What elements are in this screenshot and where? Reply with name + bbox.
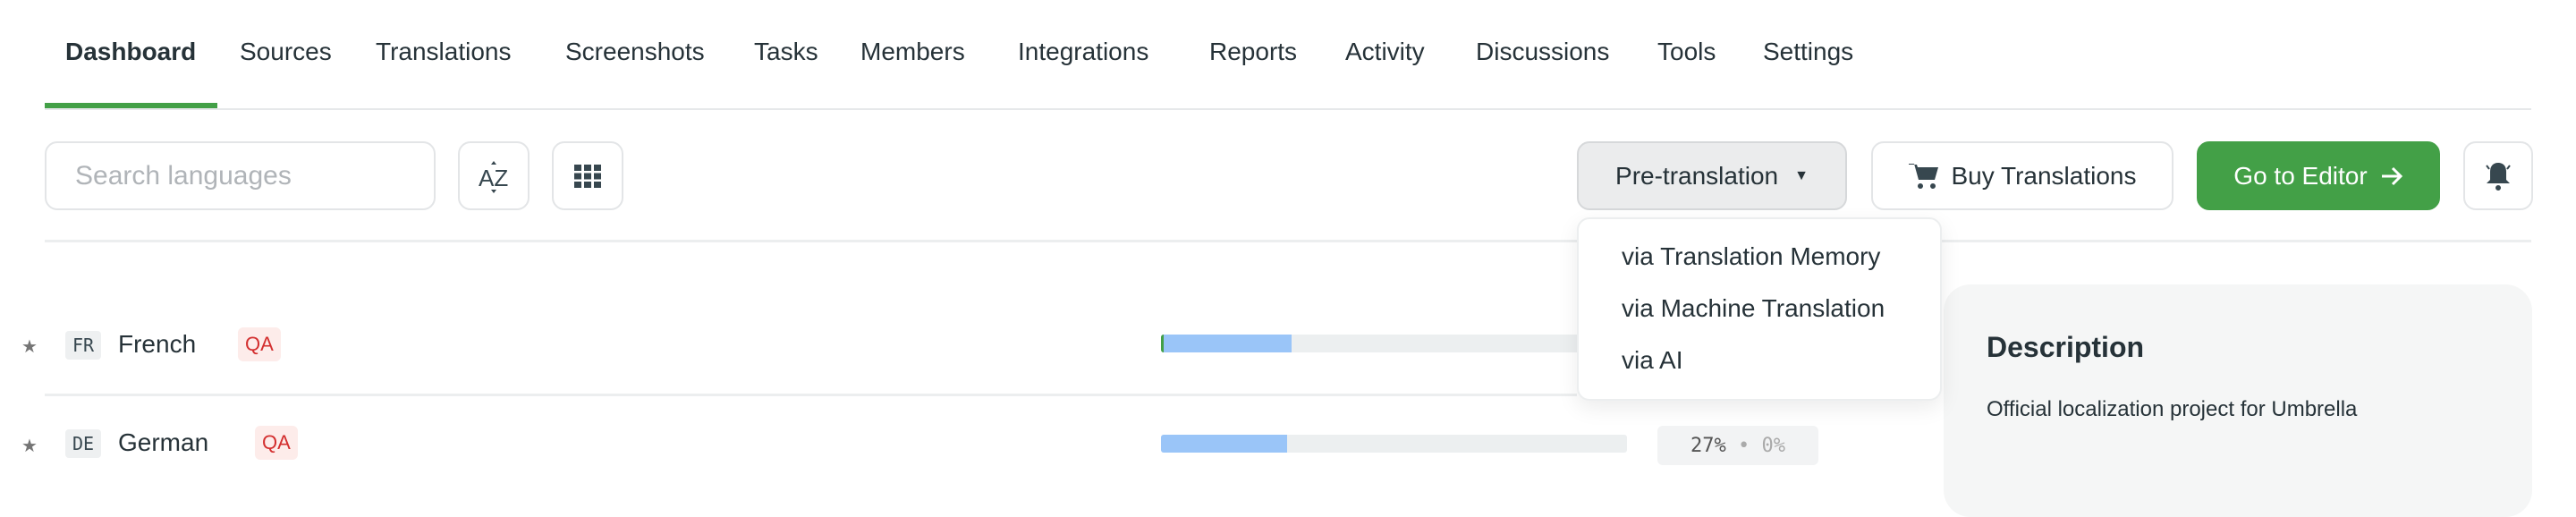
bell-icon — [2486, 162, 2511, 191]
arrow-right-icon — [2381, 166, 2402, 185]
tab-integrations[interactable]: Integrations — [1018, 38, 1148, 66]
progress-percent: 27% • 0% — [1657, 426, 1818, 465]
cart-icon — [1908, 163, 1938, 189]
search-languages-input[interactable] — [45, 141, 436, 210]
buy-translations-button[interactable]: Buy Translations — [1871, 141, 2174, 210]
buy-translations-label: Buy Translations — [1951, 161, 2137, 190]
tab-translations[interactable]: Translations — [376, 38, 511, 66]
qa-badge: QA — [255, 426, 298, 460]
nav-divider — [45, 108, 2531, 110]
go-to-editor-button[interactable]: Go to Editor — [2197, 141, 2440, 210]
menu-item-machine-translation[interactable]: via Machine Translation — [1622, 294, 1885, 323]
language-code: DE — [65, 429, 101, 458]
progress-fill — [1161, 435, 1287, 453]
language-name[interactable]: French — [118, 330, 196, 359]
svg-text:AZ: AZ — [479, 165, 508, 191]
progress-bar — [1161, 435, 1627, 453]
toolbar-divider — [45, 240, 2531, 242]
pre-translation-menu: via Translation Memory via Machine Trans… — [1577, 217, 1942, 401]
tab-activity[interactable]: Activity — [1345, 38, 1425, 66]
language-name[interactable]: German — [118, 428, 208, 457]
grid-view-button[interactable] — [552, 141, 623, 210]
qa-badge: QA — [238, 327, 281, 361]
tab-tools[interactable]: Tools — [1657, 38, 1716, 66]
pre-translation-label: Pre-translation — [1615, 161, 1779, 190]
tab-sources[interactable]: Sources — [240, 38, 332, 66]
tab-dashboard[interactable]: Dashboard — [65, 38, 196, 66]
notifications-button[interactable] — [2463, 141, 2533, 210]
row-divider — [45, 394, 1577, 396]
description-text: Official localization project for Umbrel… — [1987, 397, 2358, 421]
progress-fill — [1161, 335, 1292, 352]
tab-screenshots[interactable]: Screenshots — [565, 38, 705, 66]
tab-discussions[interactable]: Discussions — [1476, 38, 1609, 66]
star-icon[interactable]: ★ — [21, 435, 38, 457]
menu-item-translation-memory[interactable]: via Translation Memory — [1622, 242, 1880, 271]
progress-bar — [1161, 335, 1627, 352]
grid-icon — [574, 164, 601, 188]
translated-percent: 27% — [1690, 434, 1726, 457]
sort-button[interactable]: AZ — [458, 141, 530, 210]
caret-down-icon: ▼ — [1794, 167, 1809, 183]
go-to-editor-label: Go to Editor — [2233, 161, 2368, 190]
pre-translation-button[interactable]: Pre-translation ▼ — [1577, 141, 1847, 210]
menu-item-ai[interactable]: via AI — [1622, 346, 1682, 375]
star-icon[interactable]: ★ — [21, 335, 38, 358]
sort-az-icon: AZ — [479, 160, 508, 193]
description-panel: Description Official localization projec… — [1944, 284, 2532, 517]
tab-settings[interactable]: Settings — [1763, 38, 1853, 66]
description-title: Description — [1987, 331, 2145, 363]
tab-members[interactable]: Members — [860, 38, 965, 66]
approved-percent: 0% — [1761, 434, 1786, 457]
separator: • — [1738, 434, 1750, 457]
tab-tasks[interactable]: Tasks — [754, 38, 818, 66]
tab-reports[interactable]: Reports — [1209, 38, 1297, 66]
language-code: FR — [65, 331, 101, 360]
